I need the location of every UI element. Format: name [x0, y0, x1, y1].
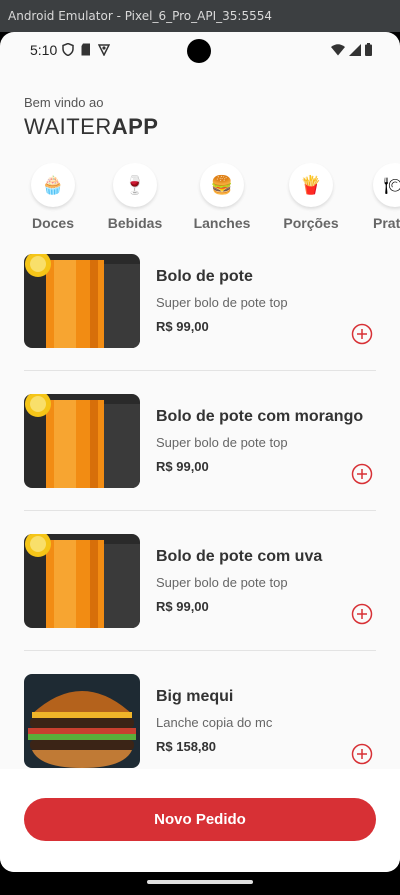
- category-porcoes[interactable]: 🍟 Porções: [271, 163, 351, 231]
- product-name: Bolo de pote: [156, 268, 253, 285]
- product-item[interactable]: Bolo de pote Super bolo de pote top R$ 9…: [24, 254, 376, 394]
- category-label: Porções: [283, 215, 339, 231]
- product-price: R$ 158,80: [156, 739, 216, 754]
- category-list: 🧁 Doces 🍷 Bebidas 🍔 Lanches 🍟 Porções 🍽 …: [22, 163, 400, 233]
- emulator-title-bar: Android Emulator - Pixel_6_Pro_API_35:55…: [0, 0, 400, 32]
- wine-glass-icon: 🍷: [113, 163, 157, 207]
- orange-juice-image: [24, 254, 140, 348]
- product-item[interactable]: Big mequi Lanche copia do mc R$ 158,80: [24, 674, 376, 769]
- category-label: Bebidas: [107, 215, 163, 231]
- product-description: Super bolo de pote top: [156, 295, 288, 310]
- divider: [24, 650, 376, 651]
- category-label: Pratos: [373, 215, 400, 231]
- category-label: Doces: [31, 215, 75, 231]
- category-pratos[interactable]: 🍽 Pratos: [353, 163, 400, 231]
- brand-title-light: WAITER: [24, 114, 112, 139]
- divider: [24, 510, 376, 511]
- wifi-icon: [331, 43, 345, 55]
- status-notification-icons: [62, 43, 110, 56]
- brand-title: WAITERAPP: [24, 114, 158, 140]
- status-system-icons: [331, 43, 372, 56]
- phone-frame: 5:10 Bem vindo ao WAITERAPP 🧁 Doces 🍷 Be…: [0, 32, 400, 895]
- fries-icon: 🍟: [289, 163, 333, 207]
- add-to-order-icon[interactable]: [351, 463, 373, 485]
- product-name: Bolo de pote com uva: [156, 548, 323, 565]
- footer: Novo Pedido: [0, 769, 400, 872]
- product-description: Super bolo de pote top: [156, 435, 288, 450]
- divider: [24, 370, 376, 371]
- sd-card-icon: [81, 43, 90, 56]
- system-nav-bar: [0, 872, 400, 895]
- category-lanches[interactable]: 🍔 Lanches: [182, 163, 262, 231]
- product-item[interactable]: Bolo de pote com uva Super bolo de pote …: [24, 534, 376, 674]
- product-item[interactable]: Bolo de pote com morango Super bolo de p…: [24, 394, 376, 534]
- front-camera: [187, 39, 211, 63]
- battery-icon: [365, 43, 372, 56]
- product-list: Bolo de pote Super bolo de pote top R$ 9…: [0, 254, 400, 769]
- burger-image: [24, 674, 140, 768]
- new-order-button[interactable]: Novo Pedido: [24, 798, 376, 841]
- app-screen: 5:10 Bem vindo ao WAITERAPP 🧁 Doces 🍷 Be…: [0, 32, 400, 872]
- cell-signal-icon: [349, 43, 361, 56]
- v-logo-icon: [98, 44, 110, 56]
- add-to-order-icon[interactable]: [351, 743, 373, 765]
- burger-icon: 🍔: [200, 163, 244, 207]
- product-price: R$ 99,00: [156, 459, 209, 474]
- status-time: 5:10: [30, 42, 58, 58]
- brand-title-bold: APP: [111, 114, 159, 139]
- home-gesture-handle[interactable]: [147, 880, 253, 884]
- cupcake-icon: 🧁: [31, 163, 75, 207]
- product-name: Bolo de pote com morango: [156, 408, 364, 425]
- orange-juice-image: [24, 534, 140, 628]
- category-doces[interactable]: 🧁 Doces: [22, 163, 93, 231]
- product-description: Super bolo de pote top: [156, 575, 288, 590]
- category-bebidas[interactable]: 🍷 Bebidas: [95, 163, 175, 231]
- product-price: R$ 99,00: [156, 599, 209, 614]
- add-to-order-icon[interactable]: [351, 323, 373, 345]
- product-description: Lanche copia do mc: [156, 715, 273, 730]
- category-label: Lanches: [193, 215, 251, 231]
- shield-icon: [62, 43, 74, 56]
- product-price: R$ 99,00: [156, 319, 209, 334]
- orange-juice-image: [24, 394, 140, 488]
- status-bar: 5:10: [0, 32, 400, 70]
- add-to-order-icon[interactable]: [351, 603, 373, 625]
- product-name: Big mequi: [156, 688, 234, 705]
- greeting-text: Bem vindo ao: [24, 95, 104, 110]
- emulator-title: Android Emulator - Pixel_6_Pro_API_35:55…: [8, 9, 272, 23]
- plate-icon: 🍽: [373, 163, 400, 207]
